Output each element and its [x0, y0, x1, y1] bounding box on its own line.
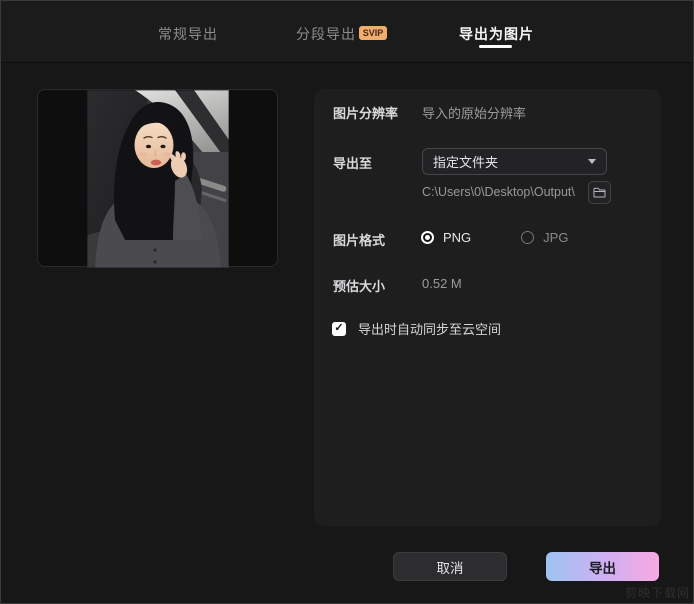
- svip-badge: SVIP: [359, 26, 387, 40]
- export-folder-dropdown[interactable]: 指定文件夹: [422, 148, 607, 175]
- radio-jpg-label[interactable]: JPG: [543, 230, 568, 245]
- chevron-down-icon: [588, 159, 596, 164]
- estimated-size-value: 0.52 M: [422, 276, 462, 291]
- export-preview-image: [87, 90, 229, 268]
- radio-png-label[interactable]: PNG: [443, 230, 471, 245]
- export-dialog-header: 常规导出 分段导出 SVIP 导出为图片: [1, 1, 693, 63]
- cloud-sync-checkbox-label[interactable]: 导出时自动同步至云空间: [358, 319, 501, 338]
- active-tab-underline: [479, 45, 512, 48]
- tab-segmented-export[interactable]: 分段导出: [296, 24, 356, 44]
- tab-regular-export[interactable]: 常规导出: [158, 24, 218, 44]
- export-button[interactable]: 导出: [546, 552, 659, 581]
- export-folder-path: C:\Users\0\Desktop\Output\: [422, 185, 575, 199]
- preview-photo-illustration: [87, 90, 229, 268]
- cancel-button[interactable]: 取消: [393, 552, 507, 581]
- export-settings-panel: 图片分辨率 导入的原始分辨率 导出至 指定文件夹 C:\Users\0\Desk…: [314, 89, 661, 526]
- radio-jpg[interactable]: [521, 231, 535, 244]
- tab-export-as-image[interactable]: 导出为图片: [459, 24, 534, 44]
- export-dialog: 常规导出 分段导出 SVIP 导出为图片 图片分辨率 导入的原始分辨率 导出至 …: [0, 0, 694, 604]
- site-watermark: 剪映下载网: [624, 586, 690, 600]
- export-folder-dropdown-value: 指定文件夹: [433, 155, 499, 170]
- export-to-label: 导出至: [333, 156, 373, 171]
- image-preview-container: [37, 89, 278, 268]
- folder-icon: [593, 187, 606, 198]
- estimated-size-label: 预估大小: [333, 279, 386, 294]
- image-format-label: 图片格式: [333, 233, 386, 248]
- resolution-label: 图片分辨率: [333, 106, 399, 121]
- cloud-sync-checkbox[interactable]: [332, 321, 346, 336]
- radio-png[interactable]: [421, 231, 434, 244]
- resolution-value: 导入的原始分辨率: [422, 106, 527, 121]
- browse-folder-button[interactable]: [588, 181, 611, 204]
